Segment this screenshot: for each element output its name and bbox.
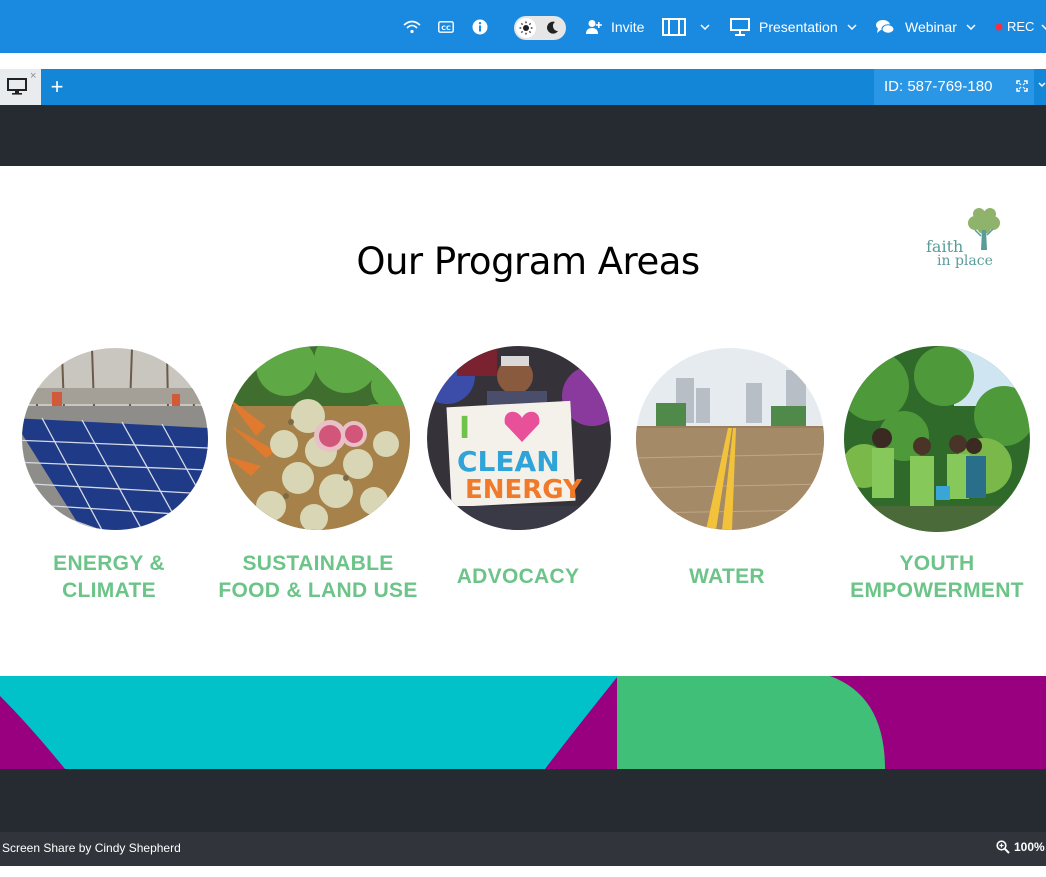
chevron-down-icon xyxy=(700,23,710,30)
chevron-down-icon xyxy=(1041,23,1046,30)
decorative-band xyxy=(0,676,1046,769)
sun-icon xyxy=(519,21,533,35)
theme-toggle[interactable] xyxy=(514,16,566,40)
layout-dropdown[interactable] xyxy=(700,0,710,53)
top-toolbar: CC Invite Presentation Webinar REC xyxy=(0,0,1046,53)
svg-text:CC: CC xyxy=(441,24,451,32)
tab-bar: × + ID: 587-769-180 xyxy=(0,69,1046,105)
webinar-button[interactable]: Webinar xyxy=(875,0,976,53)
presentation-icon xyxy=(730,17,750,36)
status-bar: Screen Share by Cindy Shepherd 100% xyxy=(0,832,1046,866)
rec-label: REC xyxy=(1007,19,1035,34)
program-label-youth: YOUTH EMPOWERMENT xyxy=(850,552,1024,602)
session-id-text: ID: 587-769-180 xyxy=(884,78,993,95)
slide-title: Our Program Areas xyxy=(356,240,700,283)
invite-button[interactable]: Invite xyxy=(585,0,644,53)
layout-button[interactable] xyxy=(662,0,686,53)
add-user-icon xyxy=(586,19,602,34)
rec-button[interactable]: REC xyxy=(995,0,1046,53)
program-label-water: WATER xyxy=(689,565,765,588)
tab-screen-share[interactable]: × xyxy=(0,69,41,105)
program-image-advocacy: I CLEAN ENERGY xyxy=(427,346,611,530)
info-icon[interactable] xyxy=(472,0,488,53)
program-label-energy: ENERGY & CLIMATE xyxy=(53,552,165,602)
chevron-down-icon xyxy=(847,23,857,30)
sign-letter-i: I xyxy=(459,411,470,446)
program-image-food xyxy=(226,346,410,530)
shared-slide: Our Program Areas faith in place I CLEAN… xyxy=(0,166,1046,769)
moon-icon xyxy=(547,21,558,34)
add-tab-button[interactable]: + xyxy=(41,69,73,105)
record-dot-icon xyxy=(995,23,1003,30)
program-label-advocacy: ADVOCACY xyxy=(456,565,580,588)
window-bottom-edge xyxy=(0,866,1046,877)
chat-icon xyxy=(876,19,895,34)
zoom-control[interactable]: 100% xyxy=(996,840,1045,854)
closed-caption-icon[interactable]: CC xyxy=(438,0,454,53)
tab-close-icon[interactable]: × xyxy=(30,70,36,82)
screen-share-label: Screen Share by Cindy Shepherd xyxy=(2,841,181,855)
sign-word-clean: CLEAN xyxy=(457,445,560,478)
layout-icon xyxy=(662,17,686,36)
program-image-water xyxy=(636,348,824,530)
zoom-icon xyxy=(996,840,1010,854)
program-label-food: SUSTAINABLE FOOD & LAND USE xyxy=(218,552,418,602)
sign-word-energy: ENERGY xyxy=(465,475,583,505)
chevron-down-icon[interactable] xyxy=(1038,82,1046,88)
presentation-button[interactable]: Presentation xyxy=(730,0,857,53)
screen-share-stage: Our Program Areas faith in place I CLEAN… xyxy=(0,105,1046,832)
webinar-label: Webinar xyxy=(905,18,957,35)
invite-label: Invite xyxy=(611,18,645,35)
tree-logo-icon xyxy=(968,208,1000,250)
logo-line-2: in place xyxy=(937,253,993,269)
toolbar-gap xyxy=(0,53,1046,69)
fullscreen-icon[interactable] xyxy=(1016,80,1028,92)
presentation-label: Presentation xyxy=(759,18,838,35)
chevron-down-icon xyxy=(966,23,976,30)
zoom-level: 100% xyxy=(1014,840,1045,854)
program-image-energy xyxy=(22,348,208,530)
faith-in-place-logo: faith in place xyxy=(926,208,1006,269)
monitor-icon xyxy=(7,78,27,95)
session-id-panel: ID: 587-769-180 xyxy=(874,69,1034,105)
program-image-youth xyxy=(844,346,1030,532)
wifi-icon[interactable] xyxy=(403,0,421,53)
